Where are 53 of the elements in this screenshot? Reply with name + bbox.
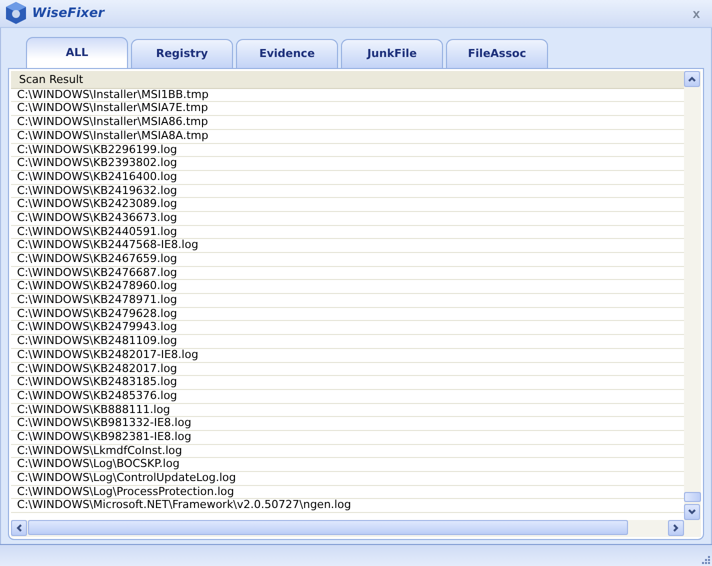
list-row[interactable]: C:\WINDOWS\KB2482017-IE8.log xyxy=(11,348,684,363)
list-row[interactable]: C:\WINDOWS\KB2485376.log xyxy=(11,390,684,404)
list-row[interactable]: C:\WINDOWS\KB2440591.log xyxy=(11,226,684,240)
list-row[interactable]: C:\WINDOWS\KB2482017.log xyxy=(11,362,684,376)
list-row[interactable]: C:\WINDOWS\Installer\MSIA8A.tmp xyxy=(11,130,684,144)
list-row[interactable]: C:\WINDOWS\LkmdfCoInst.log xyxy=(11,444,684,458)
scroll-thumb[interactable] xyxy=(684,492,701,502)
scroll-up-button[interactable] xyxy=(684,70,700,87)
list-row[interactable]: C:\WINDOWS\KB2393802.log xyxy=(11,157,684,171)
chevron-up-icon xyxy=(688,76,696,82)
list-row[interactable]: C:\WINDOWS\KB2467659.log xyxy=(11,253,684,267)
window-title: WiseFixer xyxy=(32,6,104,21)
scrollbar-corner xyxy=(684,520,701,537)
tab[interactable]: ALL xyxy=(26,36,128,68)
vertical-scrollbar[interactable] xyxy=(684,70,701,520)
list-row[interactable]: C:\WINDOWS\KB982381-IE8.log xyxy=(11,430,684,445)
list-row[interactable]: C:\WINDOWS\KB2423089.log xyxy=(11,198,684,212)
scroll-right-button[interactable] xyxy=(668,520,684,536)
list-row[interactable]: C:\WINDOWS\KB2296199.log xyxy=(11,144,684,158)
chevron-right-icon xyxy=(673,524,679,532)
list-row[interactable]: C:\WINDOWS\KB2478971.log xyxy=(11,294,684,308)
list-row[interactable]: C:\WINDOWS\KB2419632.log xyxy=(11,184,684,198)
chevron-down-icon xyxy=(688,508,696,515)
horizontal-scrollbar[interactable] xyxy=(11,520,684,537)
list-row[interactable]: C:\WINDOWS\Log\BOCSKP.log xyxy=(11,458,684,472)
list-row[interactable]: C:\WINDOWS\KB2478960.log xyxy=(11,280,684,294)
list-row[interactable]: C:\WINDOWS\Installer\MSI1BB.tmp xyxy=(11,88,684,102)
list-row[interactable]: C:\WINDOWS\Installer\MSIA86.tmp xyxy=(11,116,684,130)
column-header: Scan Result xyxy=(11,70,684,89)
list-row[interactable]: C:\WINDOWS\Microsoft.NET\Framework\v2.0.50727\ngen.log xyxy=(11,499,684,514)
list-row[interactable]: C:\WINDOWS\KB2476687.log xyxy=(11,266,684,280)
list-row[interactable]: C:\WINDOWS\Log\ProcessProtection.log xyxy=(11,486,684,500)
list-row[interactable]: C:\WINDOWS\Log\ControlUpdateLog.log xyxy=(11,472,684,486)
list-row[interactable]: C:\WINDOWS\KB981332-IE8.log xyxy=(11,417,684,431)
tab[interactable]: Evidence xyxy=(236,38,338,68)
tab[interactable]: JunkFile xyxy=(341,38,443,68)
cube-logo-icon xyxy=(4,1,28,26)
scroll-thumb[interactable] xyxy=(28,520,628,535)
tab[interactable]: Registry xyxy=(131,38,233,68)
scroll-down-button[interactable] xyxy=(684,504,700,520)
list-row[interactable]: C:\WINDOWS\KB2416400.log xyxy=(11,170,684,185)
list-row[interactable]: C:\WINDOWS\Installer\MSIA7E.tmp xyxy=(11,102,684,116)
list-row[interactable]: C:\WINDOWS\KB2479628.log xyxy=(11,308,684,322)
list-row[interactable]: C:\WINDOWS\KB2483185.log xyxy=(11,376,684,390)
list-row[interactable]: C:\WINDOWS\KB2436673.log xyxy=(11,212,684,226)
chevron-left-icon xyxy=(16,524,22,532)
list-row[interactable]: C:\WINDOWS\KB888111.log xyxy=(11,404,684,418)
scroll-left-button[interactable] xyxy=(11,520,27,536)
tab[interactable]: FileAssoc xyxy=(446,38,548,68)
list-row[interactable]: C:\WINDOWS\KB2447568-IE8.log xyxy=(11,239,684,254)
list-row[interactable]: C:\WINDOWS\KB2479943.log xyxy=(11,321,684,336)
resize-grip-icon xyxy=(700,554,710,564)
list-row[interactable]: C:\WINDOWS\KB2481109.log xyxy=(11,335,684,349)
